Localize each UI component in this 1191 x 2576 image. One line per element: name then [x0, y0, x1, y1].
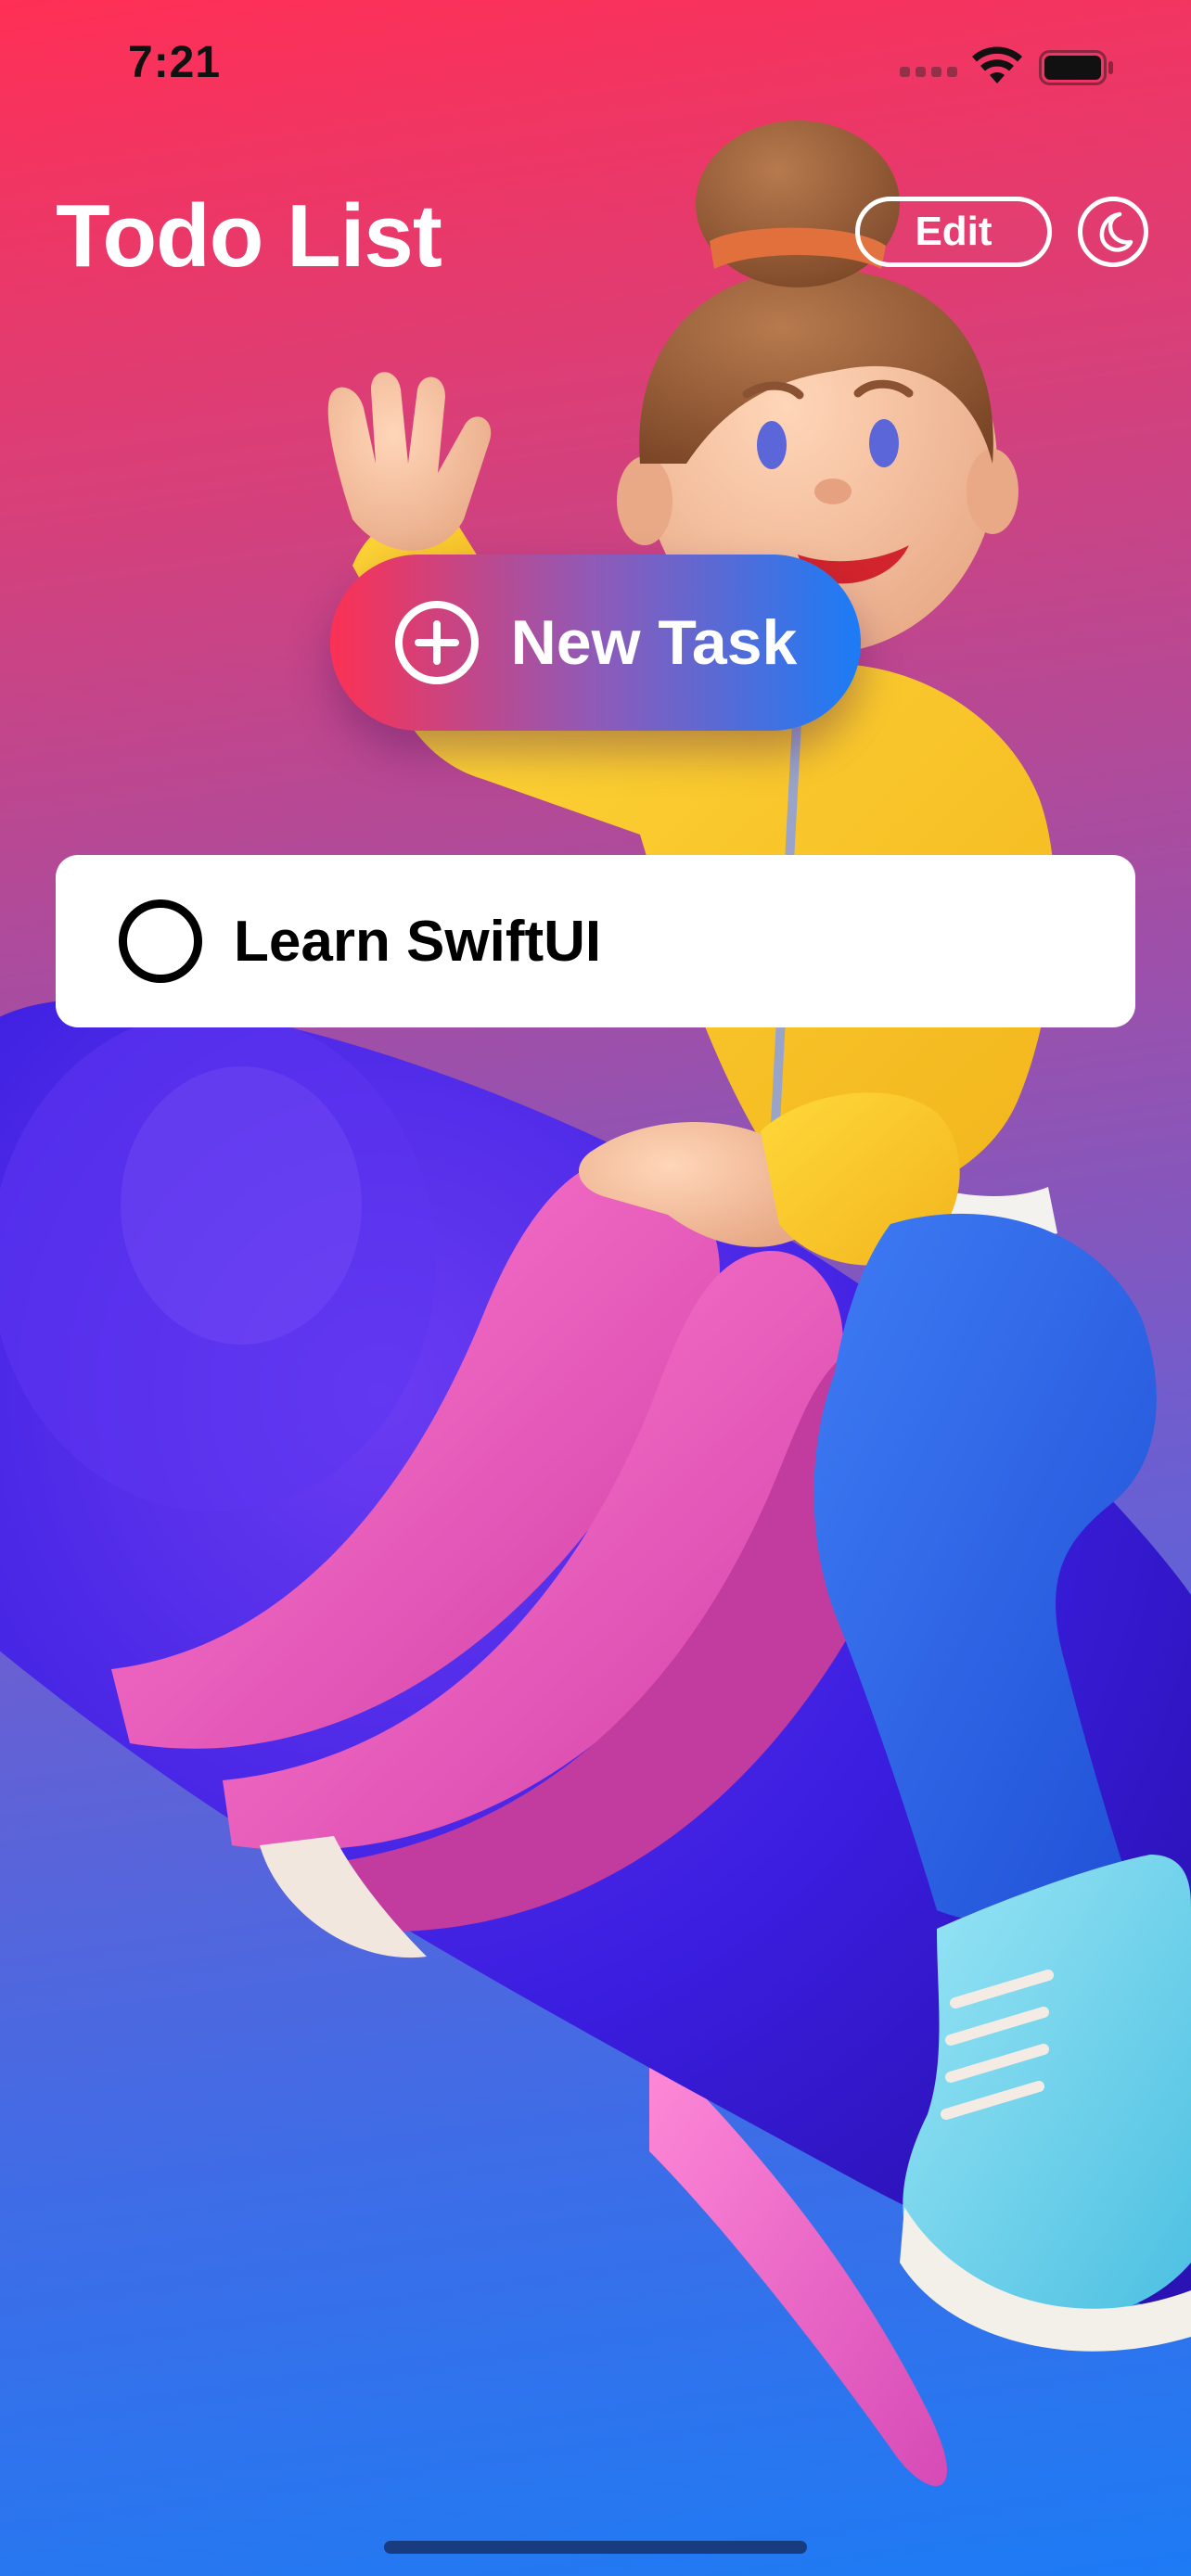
nav-header: Todo List Edit	[0, 148, 1191, 315]
moon-icon	[1099, 211, 1133, 252]
rocket-girl-illustration	[0, 121, 1191, 2486]
new-task-button[interactable]: New Task	[330, 555, 861, 731]
task-row[interactable]: Learn SwiftUI	[56, 855, 1135, 1027]
cellular-signal-icon	[900, 67, 957, 78]
status-time: 7:21	[128, 38, 222, 87]
wifi-icon	[972, 46, 1022, 83]
theme-toggle-button[interactable]	[1078, 197, 1148, 267]
home-indicator[interactable]	[384, 2541, 807, 2554]
battery-icon	[1039, 50, 1113, 85]
plus-circle-icon	[394, 601, 479, 684]
new-task-label: New Task	[510, 607, 798, 678]
app-screen: 7:21 Todo List Edit New Task Learn Swift…	[0, 0, 1191, 2576]
page-title: Todo List	[56, 186, 442, 286]
task-title: Learn SwiftUI	[234, 910, 602, 974]
edit-button[interactable]: Edit	[855, 197, 1052, 267]
task-list: Learn SwiftUI	[56, 855, 1135, 1027]
task-checkbox[interactable]	[119, 899, 202, 983]
status-bar: 7:21	[0, 0, 1191, 130]
